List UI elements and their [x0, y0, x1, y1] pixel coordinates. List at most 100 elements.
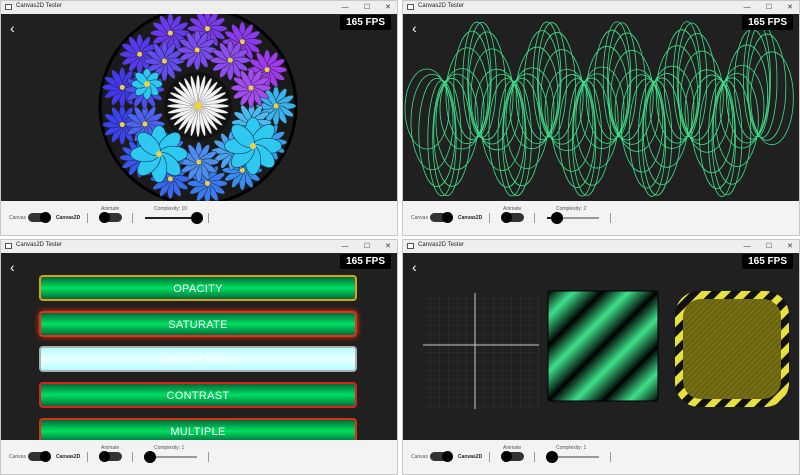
spiral-loop: [453, 30, 491, 140]
spiral-loop: [645, 73, 689, 168]
separator: [87, 452, 88, 462]
separator: [132, 213, 133, 223]
animate-toggle[interactable]: [99, 451, 122, 462]
minimize-button[interactable]: —: [338, 241, 352, 252]
spiral-loop: [750, 51, 794, 146]
spiral-loop: [503, 77, 541, 187]
spiral-loop: [677, 33, 717, 141]
back-arrow-icon[interactable]: ‹: [10, 259, 15, 275]
spiral-loop: [573, 77, 611, 186]
canvas2d-label: Canvas2D: [56, 215, 81, 221]
title-bar: Canvas2D Tester — ☐ ✕: [1, 240, 397, 253]
spiral-loop: [488, 78, 526, 188]
multiple-filter-bar: MULTIPLE: [39, 418, 357, 440]
window-flowers: Canvas2D Tester — ☐ ✕ 165 FPS ‹ Canvas C…: [0, 0, 398, 236]
drawing-canvas: OPACITY SATURATE BRIGHTNESS CONTRAST MUL…: [1, 253, 397, 440]
slider-thumb[interactable]: [191, 212, 203, 224]
spiral-loop: [746, 22, 778, 138]
brightness-filter-bar: BRIGHTNESS: [39, 346, 357, 372]
app-icon: [407, 4, 414, 10]
slider-thumb[interactable]: [551, 212, 564, 224]
window-title: Canvas2D Tester: [16, 3, 62, 9]
toggle-knob: [99, 451, 110, 462]
complexity-label: Complexity: 10: [154, 206, 188, 212]
complexity-label: Complexity: 1: [556, 445, 587, 451]
separator: [489, 213, 490, 223]
animate-toggle[interactable]: [99, 212, 122, 223]
saturate-filter-bar: SATURATE: [39, 311, 357, 337]
canvas2d-label: Canvas2D: [458, 215, 483, 221]
separator: [208, 213, 209, 223]
close-button[interactable]: ✕: [783, 2, 797, 13]
canvas2d-toggle[interactable]: [28, 451, 51, 462]
close-button[interactable]: ✕: [381, 241, 395, 252]
canvas2d-toggle[interactable]: [430, 212, 453, 223]
canvas-label: Canvas: [9, 454, 26, 460]
separator: [610, 452, 611, 462]
window-title: Canvas2D Tester: [418, 3, 464, 9]
separator: [208, 452, 209, 462]
maximize-button[interactable]: ☐: [762, 2, 776, 13]
back-arrow-icon[interactable]: ‹: [10, 20, 15, 36]
control-bar: Canvas Canvas2D Animate Complexity: 1: [1, 440, 397, 474]
spiral-loop: [468, 31, 506, 141]
drawing-canvas: 165 FPS ‹: [403, 253, 799, 440]
large-flower: [131, 68, 163, 100]
control-bar: Canvas Canvas2D Animate Complexity: 2: [403, 201, 799, 235]
title-bar: Canvas2D Tester — ☐ ✕: [403, 240, 799, 253]
separator: [489, 452, 490, 462]
spiral-loop: [642, 77, 682, 186]
fps-counter: 165 FPS: [742, 15, 793, 30]
spiral-loop: [607, 32, 647, 141]
window-title: Canvas2D Tester: [418, 242, 464, 248]
large-flower: [224, 117, 282, 175]
separator: [534, 213, 535, 223]
back-arrow-icon[interactable]: ‹: [412, 20, 417, 36]
window-spirals: Canvas2D Tester — ☐ ✕ 165 FPS ‹ Canvas C…: [402, 0, 800, 236]
close-button[interactable]: ✕: [381, 2, 395, 13]
drawing-canvas: 165 FPS ‹: [403, 14, 799, 201]
app-icon: [407, 243, 414, 249]
complexity-slider[interactable]: [145, 212, 203, 224]
minimize-button[interactable]: —: [740, 2, 754, 13]
separator: [87, 213, 88, 223]
spiral-loop: [435, 73, 479, 170]
back-arrow-icon[interactable]: ‹: [412, 259, 417, 275]
fps-counter: 165 FPS: [340, 254, 391, 269]
canvas2d-toggle[interactable]: [28, 212, 51, 223]
toggle-knob: [442, 212, 453, 223]
toggle-knob: [99, 212, 110, 223]
toggle-knob: [501, 451, 512, 462]
maximize-button[interactable]: ☐: [360, 241, 374, 252]
spiral-loop: [747, 33, 787, 141]
canvas-label: Canvas: [411, 215, 428, 221]
large-flower: [130, 125, 188, 183]
complexity-slider[interactable]: [546, 451, 599, 463]
slider-thumb[interactable]: [546, 451, 559, 463]
spiral-loop: [433, 77, 471, 187]
complexity-slider[interactable]: [144, 451, 197, 463]
window-patterns: Canvas2D Tester — ☐ ✕ 165 FPS ‹ Canvas C…: [402, 239, 800, 475]
toggle-knob: [501, 212, 512, 223]
separator: [534, 452, 535, 462]
fps-counter: 165 FPS: [742, 254, 793, 269]
window-filters: Canvas2D Tester — ☐ ✕ OPACITY SATURATE B…: [0, 239, 398, 475]
close-button[interactable]: ✕: [783, 241, 797, 252]
spiral-loop: [538, 32, 576, 141]
maximize-button[interactable]: ☐: [360, 2, 374, 13]
complexity-label: Complexity: 1: [154, 445, 185, 451]
slider-thumb[interactable]: [144, 451, 157, 463]
minimize-button[interactable]: —: [338, 2, 352, 13]
maximize-button[interactable]: ☐: [762, 241, 776, 252]
spiral-loop: [410, 73, 454, 171]
canvas2d-toggle[interactable]: [430, 451, 453, 462]
title-bar: Canvas2D Tester — ☐ ✕: [403, 1, 799, 14]
animate-toggle[interactable]: [501, 212, 524, 223]
complexity-slider[interactable]: [547, 212, 599, 224]
animate-toggle[interactable]: [501, 451, 524, 462]
contrast-filter-bar: CONTRAST: [39, 382, 357, 408]
opacity-filter-bar: OPACITY: [39, 275, 357, 301]
minimize-button[interactable]: —: [740, 241, 754, 252]
canvas2d-label: Canvas2D: [458, 454, 483, 460]
flower-drawing: [98, 14, 298, 201]
